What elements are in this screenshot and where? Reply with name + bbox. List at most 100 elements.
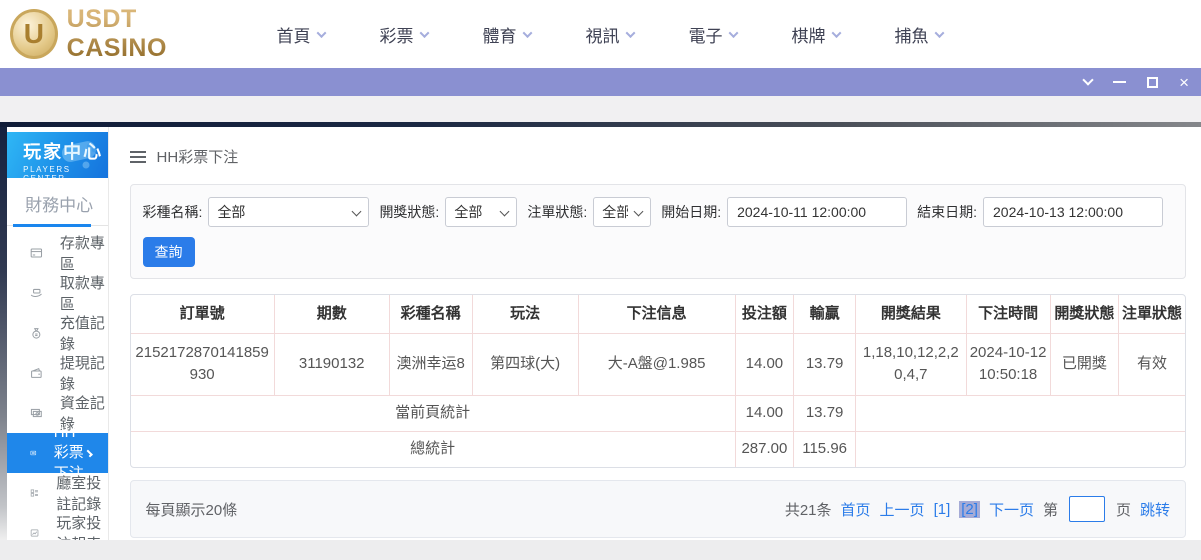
draw-status-select-wrap: 全部 [445,197,517,227]
col-draw-result: 開獎結果 [856,295,967,333]
table-header-row: 訂單號 期數 彩種名稱 玩法 下注信息 投注額 輸贏 開獎結果 下注時間 開獎狀… [131,295,1185,333]
cell-draw-result: 1,18,10,12,2,20,4,7 [856,333,967,395]
order-status-label: 注單狀態: [527,202,587,222]
brand-logo[interactable]: U USDT CASINO [10,5,235,63]
page-2-link-current[interactable]: [2] [959,501,980,518]
end-date-input[interactable] [983,197,1163,227]
col-issue: 期數 [274,295,389,333]
cell-order-no: 2152172870141859930 [131,333,275,395]
jump-button[interactable]: 跳转 [1140,499,1170,520]
first-page-link[interactable]: 首页 [841,499,871,520]
sidebar-item-recharge-records[interactable]: 充值記錄 [7,313,107,353]
sidebar-item-hh-lottery-bets[interactable]: HH彩票下注 [7,433,107,473]
maximize-button[interactable] [1147,77,1158,88]
sidebar: 玩家中心 PLAYERS CENTER 財務中心 存款專區 [7,127,108,540]
summary-empty [856,395,1185,431]
prev-page-link[interactable]: 上一页 [880,499,925,520]
col-bet-info: 下注信息 [578,295,735,333]
cell-draw-status: 已開獎 [1050,333,1119,395]
gamepad-icon [56,137,102,171]
banknotes-icon [30,405,43,421]
end-date-label: 結束日期: [917,202,977,222]
minimize-button[interactable] [1113,81,1126,83]
nav-item-sports[interactable]: 體育 [455,22,558,47]
summary-empty [856,431,1185,467]
window-body: 玩家中心 PLAYERS CENTER 財務中心 存款專區 [0,127,1201,540]
main-menu: 首頁 彩票 體育 視訊 電子 棋牌 捕魚 [249,22,970,47]
window-top-margin [0,96,1201,122]
hamburger-menu-icon[interactable] [130,156,146,158]
jump-page-input[interactable] [1069,496,1105,522]
nav-item-boardgames[interactable]: 棋牌 [764,22,867,47]
window-titlebar: × [0,68,1201,96]
finance-center-heading: 財務中心 [7,178,107,225]
nav-label: 電子 [689,22,723,47]
sidebar-item-label: 充值記錄 [60,312,108,354]
col-win-loss: 輸贏 [794,295,856,333]
nav-label: 捕魚 [895,22,929,47]
lottery-name-select-wrap: 全部 [208,197,369,227]
nav-item-home[interactable]: 首頁 [249,22,352,47]
bets-table: 訂單號 期數 彩種名稱 玩法 下注信息 投注額 輸贏 開獎結果 下注時間 開獎狀… [131,295,1185,467]
page-1-link[interactable]: [1] [934,501,951,518]
cell-win-loss: 13.79 [794,333,856,395]
nav-label: 體育 [483,22,517,47]
order-status-select-wrap: 全部 [593,197,651,227]
grand-total-summary-row: 總統計 287.00 115.96 [131,431,1185,467]
draw-status-label: 開獎狀態: [379,202,439,222]
sidebar-item-player-bet-report[interactable]: 玩家投注報表 [7,513,107,540]
section-divider [7,225,107,226]
window-bottom-margin [0,540,1201,560]
nav-label: 視訊 [586,22,620,47]
next-page-link[interactable]: 下一页 [989,499,1034,520]
breadcrumb: HH彩票下注 [130,147,1186,165]
sidebar-item-withdrawal-records[interactable]: 提現記錄 [7,353,107,393]
pagination-bar: 每頁顯示20條 共21条 首页 上一页 [1] [2] 下一页 第 页 跳转 [130,480,1186,538]
logo-coin-icon: U [10,9,58,59]
col-order-status: 注單狀態 [1119,295,1185,333]
current-page-summary-row: 當前頁統計 14.00 13.79 [131,395,1185,431]
summary-win-loss: 115.96 [794,431,856,467]
chevron-down-icon [419,28,429,38]
summary-label: 總統計 [131,431,736,467]
sidebar-item-label: 取款專區 [60,272,108,314]
col-order-no: 訂單號 [131,295,275,333]
close-icon[interactable]: × [1179,77,1189,88]
nav-item-slots[interactable]: 電子 [661,22,764,47]
cell-bet-time: 2024-10-12 10:50:18 [966,333,1050,395]
col-bet-amount: 投注額 [735,295,794,333]
nav-item-live[interactable]: 視訊 [558,22,661,47]
order-status-select[interactable]: 全部 [593,197,651,227]
hall-records-icon [30,485,39,501]
chevron-down-icon [625,28,635,38]
cell-bet-amount: 14.00 [735,333,794,395]
collapse-chevron-button[interactable] [1082,74,1093,85]
col-draw-status: 開獎狀態 [1050,295,1119,333]
search-button[interactable]: 查詢 [143,237,195,267]
lottery-name-select[interactable]: 全部 [208,197,369,227]
window-left-edge [0,127,7,540]
summary-win-loss: 13.79 [794,395,856,431]
sidebar-item-withdraw[interactable]: 取款專區 [7,273,107,313]
sidebar-item-deposit[interactable]: 存款專區 [7,233,107,273]
col-play-type: 玩法 [472,295,578,333]
chevron-down-icon [728,28,738,38]
total-count-text: 共21条 [785,499,832,520]
report-chart-icon [30,525,39,540]
start-date-input[interactable] [727,197,907,227]
chevron-down-icon [522,28,532,38]
chevron-down-icon [316,28,326,38]
cell-order-status: 有效 [1119,333,1185,395]
nav-label: 首頁 [277,22,311,47]
players-center-banner: 玩家中心 PLAYERS CENTER [7,132,107,178]
draw-status-select[interactable]: 全部 [445,197,517,227]
sidebar-menu: 存款專區 取款專區 充值記錄 提現記錄 [7,233,107,540]
nav-item-lottery[interactable]: 彩票 [352,22,455,47]
top-navbar: U USDT CASINO 首頁 彩票 體育 視訊 電子 棋牌 捕魚 [0,0,1201,68]
sidebar-item-label: 廳室投註記錄 [56,472,107,514]
sidebar-item-hall-bet-records[interactable]: 廳室投註記錄 [7,473,107,513]
page-title: HH彩票下注 [157,146,239,167]
jump-prefix-label: 第 [1043,499,1058,520]
start-date-label: 開始日期: [661,202,721,222]
nav-item-fishing[interactable]: 捕魚 [867,22,970,47]
